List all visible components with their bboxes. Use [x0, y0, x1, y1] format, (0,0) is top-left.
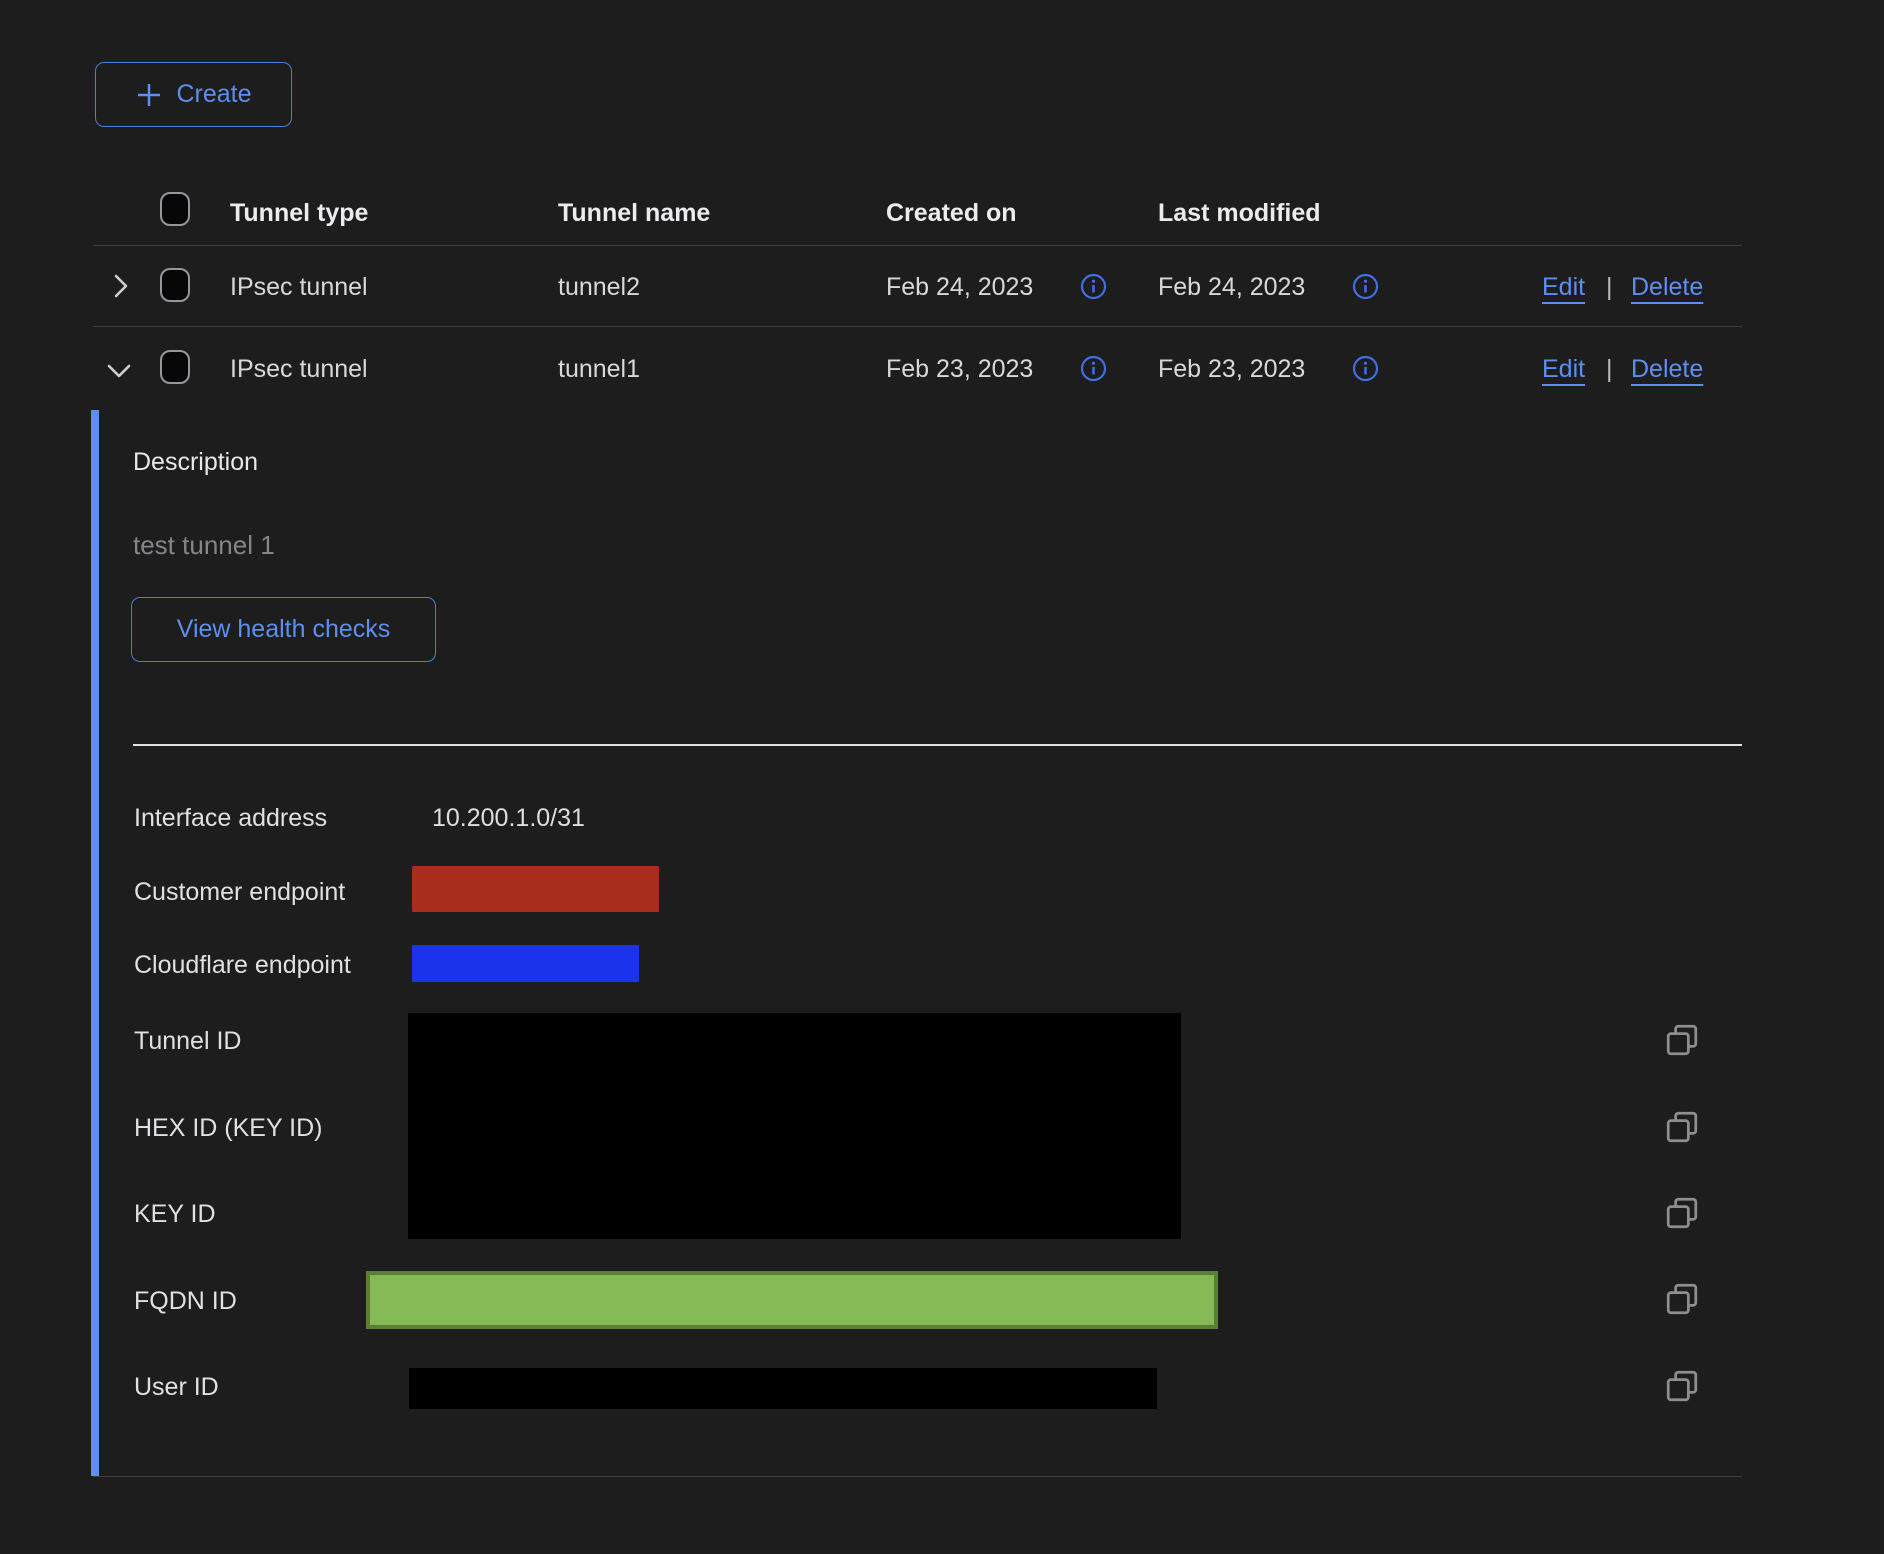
- last-modified-cell: Feb 24, 2023: [1158, 272, 1305, 302]
- customer-endpoint-redacted-value: [412, 866, 659, 912]
- copy-icon[interactable]: [1664, 1195, 1700, 1231]
- interface-address-value: 10.200.1.0/31: [432, 803, 585, 833]
- user-id-label: User ID: [134, 1372, 219, 1402]
- cloudflare-endpoint-redacted-value: [412, 945, 639, 982]
- copy-icon[interactable]: [1664, 1109, 1700, 1145]
- plus-icon: [135, 81, 163, 109]
- copy-icon[interactable]: [1664, 1022, 1700, 1058]
- column-header-last-modified: Last modified: [1158, 198, 1321, 228]
- row-checkbox-tunnel2[interactable]: [160, 268, 190, 302]
- tunnel-type-cell: IPsec tunnel: [230, 354, 368, 384]
- chevron-down-icon[interactable]: [104, 358, 134, 384]
- edit-link-tunnel2[interactable]: Edit: [1542, 272, 1585, 302]
- description-label: Description: [133, 447, 258, 477]
- view-health-checks-button[interactable]: View health checks: [131, 597, 436, 662]
- header-divider: [93, 245, 1742, 246]
- description-value: test tunnel 1: [133, 530, 275, 560]
- last-modified-cell: Feb 23, 2023: [1158, 354, 1305, 384]
- created-on-cell: Feb 24, 2023: [886, 272, 1033, 302]
- actions-separator: |: [1606, 354, 1613, 384]
- interface-address-label: Interface address: [134, 803, 327, 833]
- tunnel-name-cell: tunnel1: [558, 354, 640, 384]
- column-header-created-on: Created on: [886, 198, 1017, 228]
- info-icon[interactable]: [1352, 355, 1379, 382]
- user-id-redacted-value: [409, 1368, 1157, 1409]
- fqdn-id-label: FQDN ID: [134, 1286, 237, 1316]
- chevron-right-icon[interactable]: [107, 271, 133, 301]
- row-checkbox-tunnel1[interactable]: [160, 350, 190, 384]
- created-on-cell: Feb 23, 2023: [886, 354, 1033, 384]
- cloudflare-endpoint-label: Cloudflare endpoint: [134, 950, 351, 980]
- tunnel-id-label: Tunnel ID: [134, 1026, 241, 1056]
- expanded-row-indicator-bar: [91, 410, 99, 1476]
- copy-icon[interactable]: [1664, 1368, 1700, 1404]
- create-button-label: Create: [176, 80, 251, 109]
- column-header-tunnel-name: Tunnel name: [558, 198, 710, 228]
- fqdn-id-redacted-value: [366, 1271, 1218, 1329]
- tunnel-name-cell: tunnel2: [558, 272, 640, 302]
- edit-link-tunnel1[interactable]: Edit: [1542, 354, 1585, 384]
- info-icon[interactable]: [1080, 355, 1107, 382]
- copy-icon[interactable]: [1664, 1281, 1700, 1317]
- delete-link-tunnel2[interactable]: Delete: [1631, 272, 1703, 302]
- select-all-checkbox[interactable]: [160, 192, 190, 226]
- actions-separator: |: [1606, 272, 1613, 302]
- column-header-tunnel-type: Tunnel type: [230, 198, 368, 228]
- create-button[interactable]: Create: [95, 62, 292, 127]
- detail-section-divider: [133, 744, 1742, 746]
- tunnel-type-cell: IPsec tunnel: [230, 272, 368, 302]
- delete-link-tunnel1[interactable]: Delete: [1631, 354, 1703, 384]
- key-id-label: KEY ID: [134, 1199, 216, 1229]
- panel-bottom-divider: [93, 1476, 1742, 1477]
- tunnels-page: Create Tunnel type Tunnel name Created o…: [0, 0, 1884, 1554]
- tunnel-id-group-redacted-values: [408, 1013, 1181, 1239]
- info-icon[interactable]: [1080, 273, 1107, 300]
- row-divider: [93, 326, 1742, 327]
- customer-endpoint-label: Customer endpoint: [134, 877, 345, 907]
- hex-id-label: HEX ID (KEY ID): [134, 1113, 322, 1143]
- info-icon[interactable]: [1352, 273, 1379, 300]
